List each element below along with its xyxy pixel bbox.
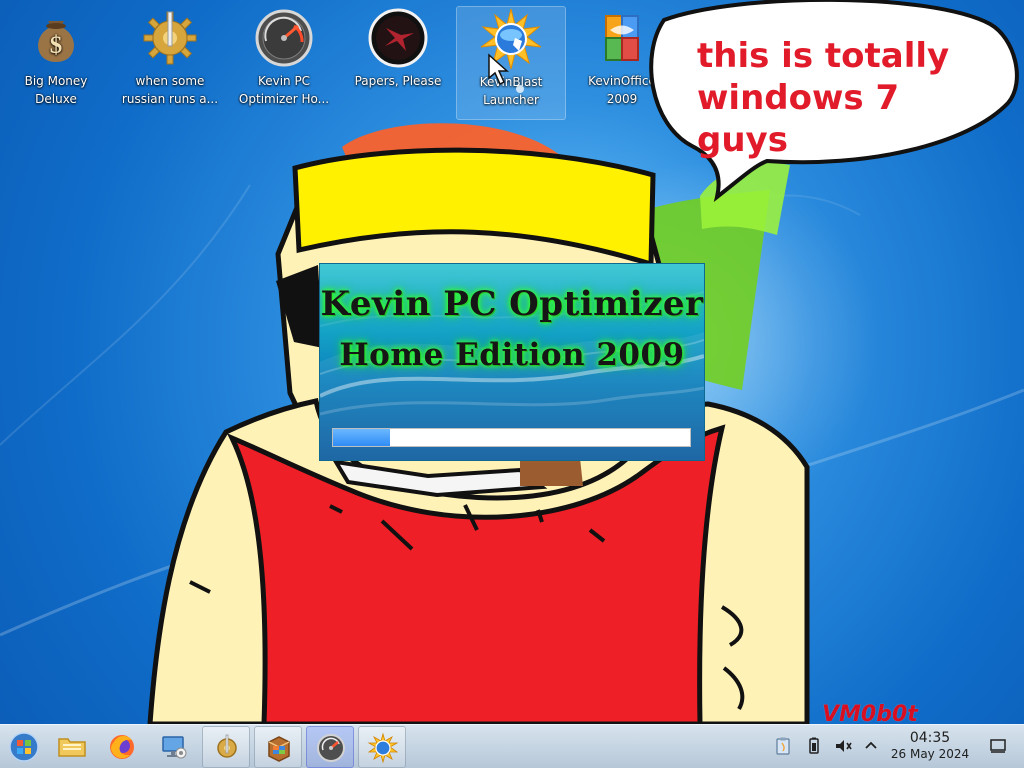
desktop-icon-label-line2: 2009 xyxy=(606,92,638,106)
desktop[interactable]: $ Big Money Deluxe when some russian run… xyxy=(0,0,1024,768)
money-bag-icon: $ xyxy=(38,21,74,62)
taskbar-kevinblast-launcher[interactable] xyxy=(358,726,406,768)
battery-icon[interactable] xyxy=(804,736,824,756)
start-button[interactable] xyxy=(0,726,48,768)
folder-icon xyxy=(58,738,86,757)
taskbar-clock[interactable]: 04:35 26 May 2024 xyxy=(886,729,974,765)
desktop-icon-label-line2: russian runs a... xyxy=(121,92,219,106)
desktop-icon-big-money-deluxe[interactable]: $ Big Money Deluxe xyxy=(2,6,110,118)
globe-app-icon xyxy=(367,732,399,764)
taskbar-gear-app[interactable] xyxy=(202,726,250,768)
clock-date: 26 May 2024 xyxy=(890,747,970,761)
installer-box-icon xyxy=(268,736,290,762)
firefox-icon xyxy=(110,735,134,759)
svg-text:$: $ xyxy=(50,32,63,59)
volume-muted-icon[interactable] xyxy=(833,736,853,756)
clock-time: 04:35 xyxy=(909,730,951,746)
papers-please-icon xyxy=(368,8,428,68)
desktop-icon-label-line1: KevinBlast xyxy=(479,75,543,89)
splash-title: Kevin PC Optimizer xyxy=(320,284,704,324)
desktop-icon-russian-runs[interactable]: when some russian runs a... xyxy=(116,6,224,118)
kevinblast-icon xyxy=(480,8,542,70)
computer-settings-icon xyxy=(162,736,187,759)
splash-subtitle: Home Edition 2009 xyxy=(339,337,685,373)
speedometer-icon xyxy=(255,9,313,67)
taskbar-installer-box[interactable] xyxy=(254,726,302,768)
clipboard-icon[interactable] xyxy=(773,736,793,756)
desktop-icon-label-line1: Papers, Please xyxy=(354,74,442,88)
chevron-up-icon[interactable] xyxy=(861,736,881,756)
kevin-pc-optimizer-splash: Kevin PC Optimizer Home Edition 2009 xyxy=(320,264,704,460)
desktop-icon-label-line1: Kevin PC xyxy=(257,74,311,88)
taskbar: 04:35 26 May 2024 xyxy=(0,724,1024,768)
taskbar-firefox[interactable] xyxy=(98,726,146,768)
desktop-icon-label-line2: Launcher xyxy=(483,93,539,107)
desktop-icon-label-line1: Big Money xyxy=(24,74,88,88)
speech-bubble-text: this is totally windows 7 guys xyxy=(697,36,950,160)
gear-app-icon xyxy=(217,734,237,758)
desktop-icon-label-line2: Deluxe xyxy=(35,92,77,106)
desktop-icon-kevin-pc-optimizer[interactable]: Kevin PC Optimizer Ho... xyxy=(230,6,338,118)
desktop-icon-papers-please[interactable]: Papers, Please xyxy=(344,6,452,118)
taskbar-file-manager[interactable] xyxy=(48,726,96,768)
taskbar-kevin-pc-optimizer[interactable] xyxy=(306,726,354,768)
loading-progress-fill xyxy=(333,429,391,446)
show-desktop-icon[interactable] xyxy=(988,736,1008,756)
loading-progress-bar xyxy=(332,428,691,447)
gear-app-icon xyxy=(143,11,197,65)
desktop-icon-kevinblast-launcher[interactable]: KevinBlast Launcher xyxy=(456,6,566,120)
desktop-icon-grid: $ Big Money Deluxe when some russian run… xyxy=(0,0,680,120)
desktop-icon-label-line1: KevinOffice xyxy=(588,74,656,88)
desktop-icon-label-line1: when some xyxy=(135,74,205,88)
taskbar-system-settings[interactable] xyxy=(150,726,198,768)
kevinoffice-icon xyxy=(605,15,639,61)
speedometer-icon xyxy=(317,734,345,762)
desktop-icon-label-line2: Optimizer Ho... xyxy=(238,92,330,106)
desktop-icon-kevinoffice-2009[interactable]: KevinOffice 2009 xyxy=(568,6,676,118)
start-orb-icon xyxy=(9,732,39,762)
